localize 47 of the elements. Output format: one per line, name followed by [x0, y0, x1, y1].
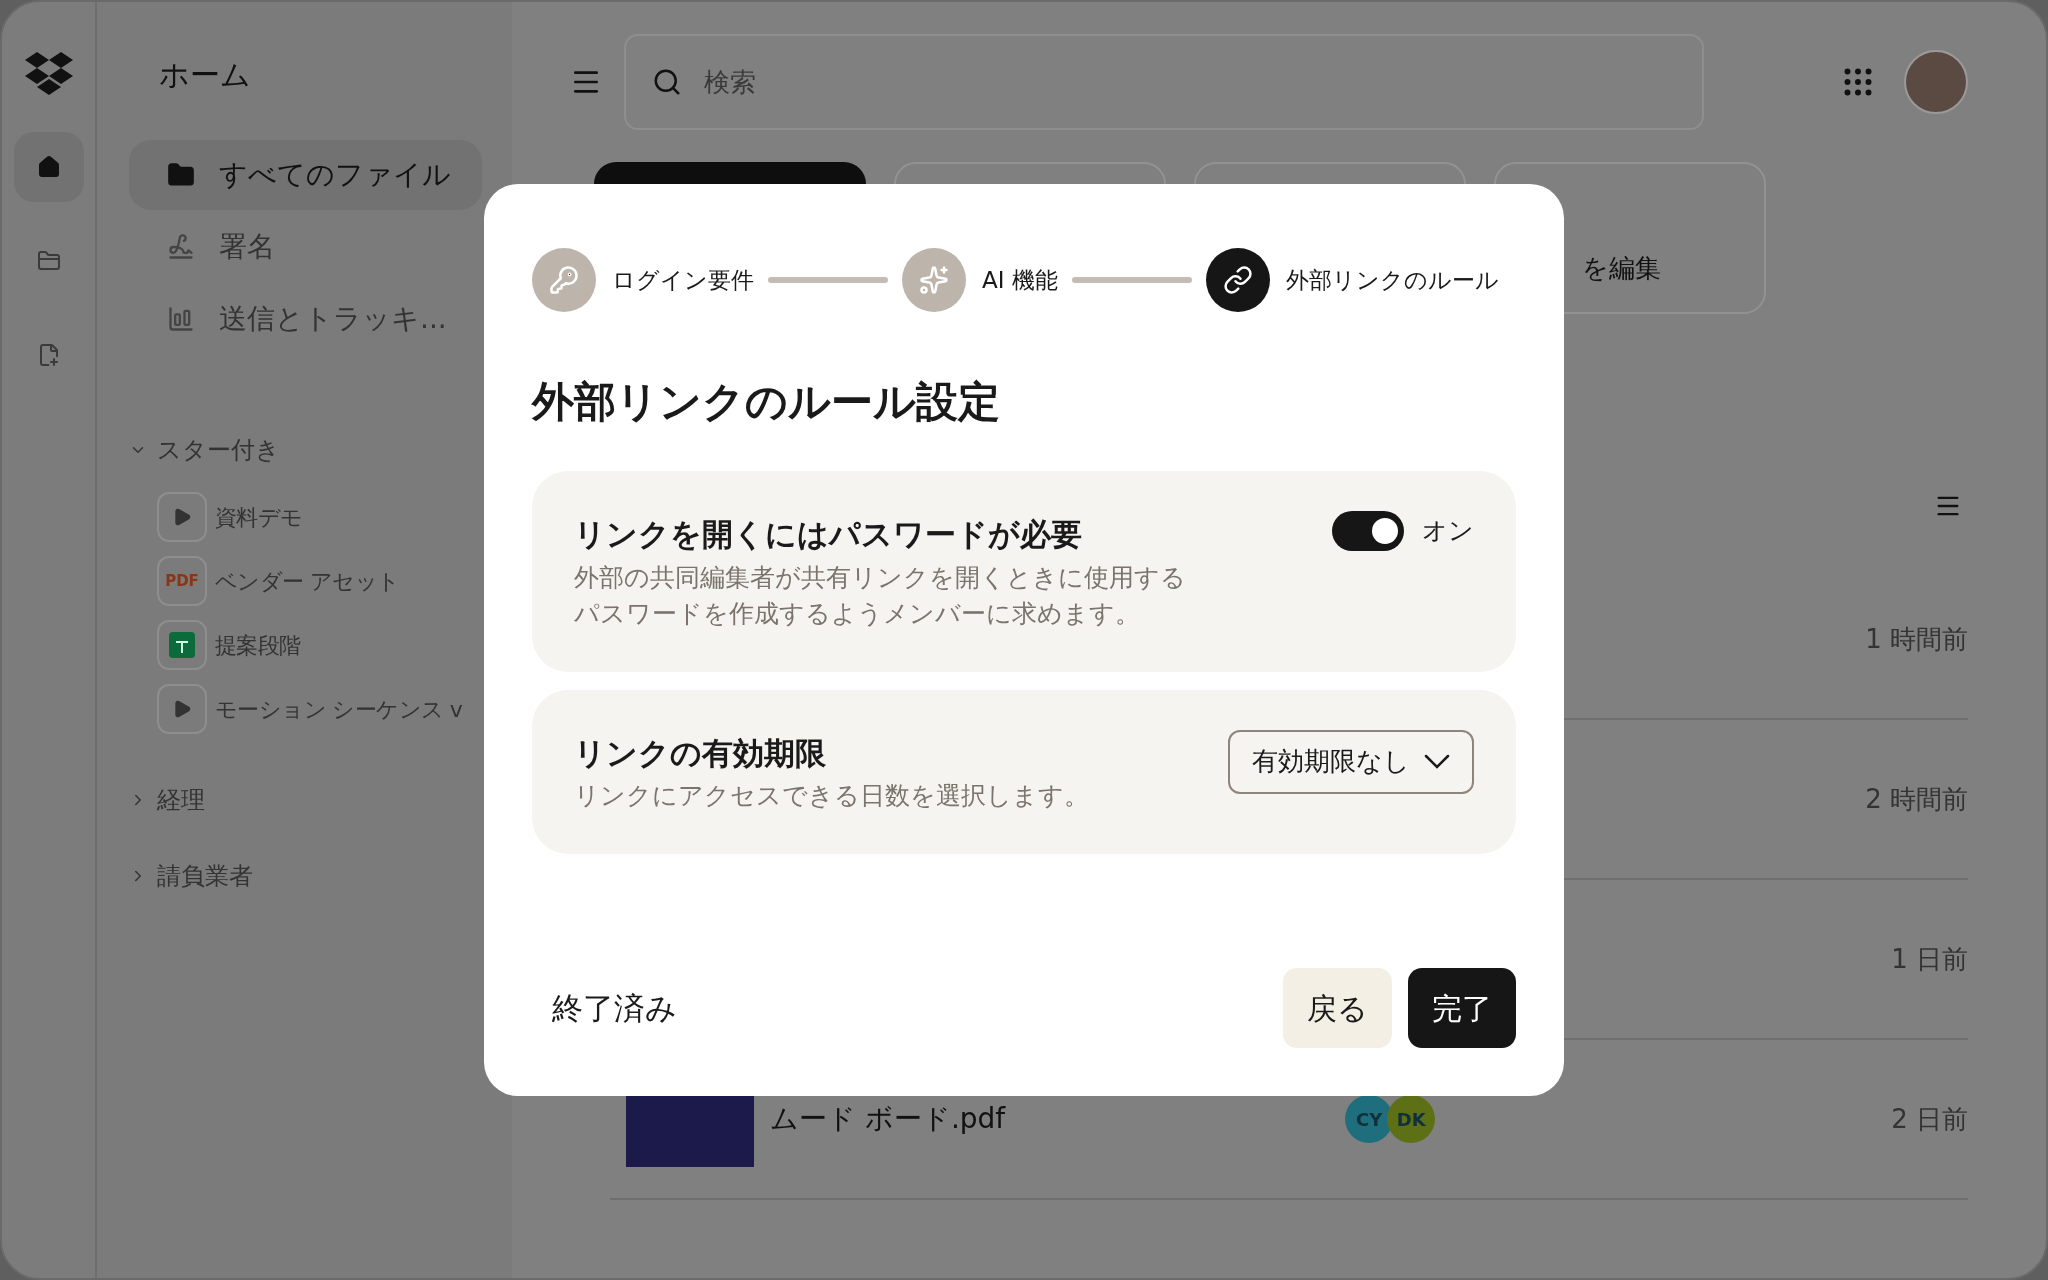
setting-description: リンクにアクセスできる日数を選択します。 — [574, 780, 1090, 812]
play-icon — [157, 492, 207, 542]
chevron-down-icon — [1424, 754, 1450, 769]
nav-item[interactable]: 送信とトラッキ... — [129, 284, 482, 354]
link-icon — [1222, 265, 1253, 295]
starred-file-link[interactable]: 提案段階 — [215, 628, 301, 662]
modified-time: 2 日前 — [1891, 1102, 1968, 1136]
nav-item[interactable]: すべてのファイル — [129, 140, 482, 210]
home-icon — [36, 155, 61, 179]
ai-icon — [919, 265, 949, 295]
step-label: ログイン要件 — [612, 265, 754, 295]
modified-time: 1 時間前 — [1865, 622, 1968, 656]
home-rail-button[interactable] — [13, 132, 84, 202]
dialog-title: 外部リンクのルール設定 — [532, 376, 1000, 428]
starred-file-link[interactable]: モーション シーケンス v — [215, 692, 463, 726]
nav-item[interactable]: 署名 — [129, 212, 482, 282]
collaborator-avatar: DK — [1387, 1095, 1436, 1143]
chart-icon — [167, 305, 195, 333]
pdf-icon: PDF — [157, 556, 207, 606]
file-name[interactable]: ムード ボード.pdf — [770, 1098, 1006, 1140]
setting-title: リンクの有効期限 — [574, 733, 826, 773]
key-icon — [549, 265, 579, 295]
step-label: AI 機能 — [982, 265, 1058, 295]
folder-icon — [167, 161, 195, 189]
back-button[interactable]: 戻る — [1283, 968, 1392, 1048]
logo-icon — [24, 52, 73, 96]
finished-link[interactable]: 終了済み — [552, 984, 677, 1032]
search-field[interactable]: 検索 — [624, 34, 1704, 130]
modified-time: 1 日前 — [1891, 942, 1968, 976]
spreadsheet-icon — [157, 620, 207, 670]
starred-section-toggle[interactable]: スター付き — [129, 432, 280, 468]
folder-section-toggle[interactable]: 請負業者 — [129, 858, 253, 894]
starred-file-link[interactable]: 資料デモ — [215, 500, 303, 534]
folder-section-toggle[interactable]: 経理 — [129, 782, 205, 818]
toggle-switch[interactable] — [1332, 511, 1404, 551]
done-button[interactable]: 完了 — [1408, 968, 1516, 1048]
starred-file-link[interactable]: ベンダー アセット — [215, 564, 400, 598]
play-icon — [157, 684, 207, 734]
setting-title: リンクを開くにはパスワードが必要 — [574, 515, 1082, 554]
search-icon — [652, 67, 682, 97]
setting-description: 外部の共同編集者が共有リンクを開くときに使用するパスワードを作成するようメンバーに求めます。 — [574, 561, 1187, 630]
modified-time: 2 時間前 — [1865, 782, 1968, 816]
sidebar-title: ホーム — [158, 56, 251, 94]
toggle-state-label: オン — [1422, 515, 1474, 548]
expiry-dropdown[interactable]: 有効期限なし — [1228, 729, 1474, 794]
folder-icon — [36, 249, 61, 273]
signature-icon — [167, 233, 195, 261]
